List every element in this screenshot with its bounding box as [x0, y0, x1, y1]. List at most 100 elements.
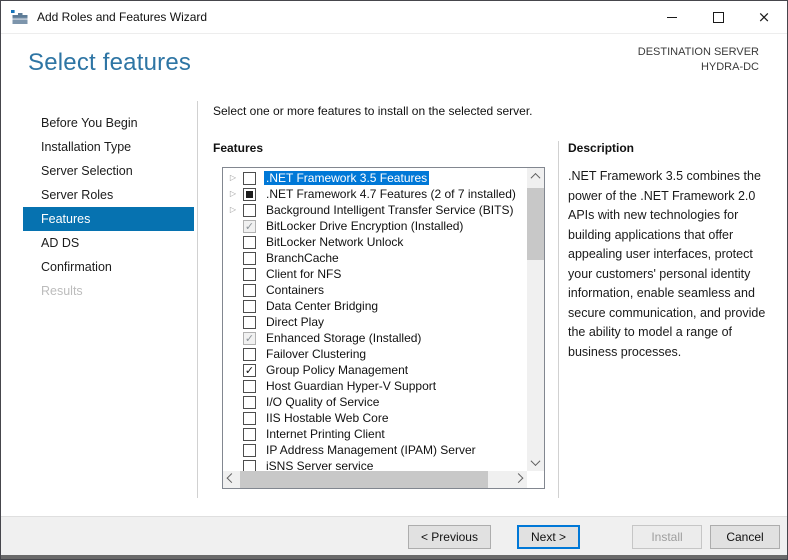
feature-row[interactable]: BranchCache [223, 250, 527, 266]
destination-server-label: DESTINATION SERVER [637, 46, 759, 58]
feature-label[interactable]: Client for NFS [264, 267, 343, 281]
feature-checkbox[interactable]: ✓ [243, 363, 256, 377]
feature-label[interactable]: BitLocker Drive Encryption (Installed) [264, 219, 465, 233]
wizard-steps-nav: Before You Begin Installation Type Server … [23, 111, 194, 303]
feature-checkbox[interactable] [243, 251, 256, 265]
close-button[interactable]: × [741, 1, 787, 33]
sidebar-item-server-roles[interactable]: Server Roles [23, 183, 194, 207]
feature-row[interactable]: Client for NFS [223, 266, 527, 282]
feature-row[interactable]: ✓ Group Policy Management [223, 362, 527, 378]
sidebar-item-installation-type[interactable]: Installation Type [23, 135, 194, 159]
description-text: .NET Framework 3.5 combines the power of… [568, 169, 766, 359]
feature-row[interactable]: Host Guardian Hyper-V Support [223, 378, 527, 394]
maximize-icon [712, 11, 724, 23]
feature-row[interactable]: Internet Printing Client [223, 426, 527, 442]
vertical-scrollbar[interactable] [527, 168, 544, 471]
sidebar-item-results: Results [41, 284, 83, 298]
feature-row[interactable]: BitLocker Network Unlock [223, 234, 527, 250]
sidebar-item-before-you-begin[interactable]: Before You Begin [23, 111, 194, 135]
feature-row[interactable]: IIS Hostable Web Core [223, 410, 527, 426]
feature-row[interactable]: Direct Play [223, 314, 527, 330]
feature-row[interactable]: Containers [223, 282, 527, 298]
feature-checkbox[interactable] [243, 459, 256, 471]
feature-row[interactable]: ✓ Enhanced Storage (Installed) [223, 330, 527, 346]
feature-label[interactable]: Enhanced Storage (Installed) [264, 331, 423, 345]
minimize-button[interactable] [649, 1, 695, 33]
feature-label[interactable]: .NET Framework 3.5 Features [264, 171, 430, 185]
description-panel: Description .NET Framework 3.5 combines … [568, 141, 766, 362]
feature-checkbox[interactable] [243, 267, 256, 281]
sidebar-divider [197, 101, 198, 498]
features-list-label: Features [213, 141, 264, 155]
sidebar-item-features[interactable]: Features [23, 207, 194, 231]
feature-checkbox[interactable] [243, 171, 256, 185]
maximize-button[interactable] [695, 1, 741, 33]
feature-checkbox[interactable] [243, 283, 256, 297]
feature-checkbox[interactable] [243, 411, 256, 425]
sidebar-item-confirmation[interactable]: Confirmation [23, 255, 194, 279]
expander-icon[interactable]: ▷ [226, 202, 240, 218]
indeterminate-mark [246, 190, 253, 198]
destination-server-block: DESTINATION SERVER HYDRA-DC [638, 45, 759, 75]
scroll-up-icon[interactable] [527, 168, 544, 185]
instruction-text: Select one or more features to install o… [213, 104, 533, 118]
horizontal-scroll-thumb[interactable] [240, 471, 488, 488]
feature-checkbox[interactable] [243, 235, 256, 249]
page-title: Select features [28, 49, 192, 76]
install-button: Install [632, 525, 702, 549]
features-listbox: ▷ .NET Framework 3.5 Features ▷ .NET Framew… [222, 167, 545, 489]
window-title: Add Roles and Features Wizard [37, 10, 208, 24]
feature-label[interactable]: Containers [264, 283, 326, 297]
scroll-down-icon[interactable] [527, 454, 544, 471]
scroll-right-icon[interactable] [510, 471, 527, 488]
expander-icon[interactable]: ▷ [226, 170, 240, 186]
feature-row[interactable]: ✓ BitLocker Drive Encryption (Installed) [223, 218, 527, 234]
feature-label[interactable]: IIS Hostable Web Core [264, 411, 391, 425]
feature-checkbox: ✓ [243, 331, 256, 345]
feature-label[interactable]: Failover Clustering [264, 347, 368, 361]
horizontal-scrollbar[interactable] [223, 471, 527, 488]
feature-label[interactable]: BitLocker Network Unlock [264, 235, 405, 249]
feature-label[interactable]: iSNS Server service [264, 459, 375, 471]
feature-row[interactable]: ▷ .NET Framework 3.5 Features [223, 170, 527, 186]
sidebar-item-server-selection[interactable]: Server Selection [23, 159, 194, 183]
feature-label[interactable]: Group Policy Management [264, 363, 410, 377]
feature-checkbox[interactable] [243, 299, 256, 313]
feature-checkbox[interactable] [243, 347, 256, 361]
feature-row[interactable]: ▷ Background Intelligent Transfer Service… [223, 202, 527, 218]
feature-label[interactable]: .NET Framework 4.7 Features (2 of 7 inst… [264, 187, 518, 201]
feature-checkbox[interactable] [243, 395, 256, 409]
feature-label[interactable]: IP Address Management (IPAM) Server [264, 443, 478, 457]
feature-label[interactable]: Direct Play [264, 315, 326, 329]
footer-buttons: < Previous Next > Install Cancel [407, 525, 780, 549]
feature-label[interactable]: Data Center Bridging [264, 299, 380, 313]
feature-checkbox[interactable] [243, 443, 256, 457]
feature-label[interactable]: BranchCache [264, 251, 341, 265]
feature-checkbox: ✓ [243, 219, 256, 233]
wizard-footer: < Previous Next > Install Cancel [1, 516, 787, 557]
scroll-left-icon[interactable] [223, 471, 240, 488]
feature-row[interactable]: ▷ .NET Framework 4.7 Features (2 of 7 ins… [223, 186, 527, 202]
cancel-button[interactable]: Cancel [710, 525, 780, 549]
vertical-scroll-thumb[interactable] [527, 188, 544, 260]
feature-row[interactable]: IP Address Management (IPAM) Server [223, 442, 527, 458]
sidebar-item-ad-ds[interactable]: AD DS [23, 231, 194, 255]
feature-row[interactable]: Data Center Bridging [223, 298, 527, 314]
feature-label[interactable]: Background Intelligent Transfer Service … [264, 203, 515, 217]
feature-checkbox[interactable] [243, 187, 256, 201]
feature-row[interactable]: I/O Quality of Service [223, 394, 527, 410]
previous-button[interactable]: < Previous [407, 525, 491, 549]
feature-checkbox[interactable] [243, 379, 256, 393]
expander-icon[interactable]: ▷ [226, 186, 240, 202]
feature-checkbox[interactable] [243, 203, 256, 217]
feature-label[interactable]: Host Guardian Hyper-V Support [264, 379, 438, 393]
features-rows: ▷ .NET Framework 3.5 Features ▷ .NET Framew… [223, 168, 527, 471]
feature-row[interactable]: iSNS Server service [223, 458, 527, 471]
feature-checkbox[interactable] [243, 427, 256, 441]
description-heading: Description [568, 141, 635, 155]
feature-label[interactable]: I/O Quality of Service [264, 395, 381, 409]
next-button[interactable]: Next > [516, 525, 580, 549]
feature-label[interactable]: Internet Printing Client [264, 427, 387, 441]
feature-row[interactable]: Failover Clustering [223, 346, 527, 362]
feature-checkbox[interactable] [243, 315, 256, 329]
